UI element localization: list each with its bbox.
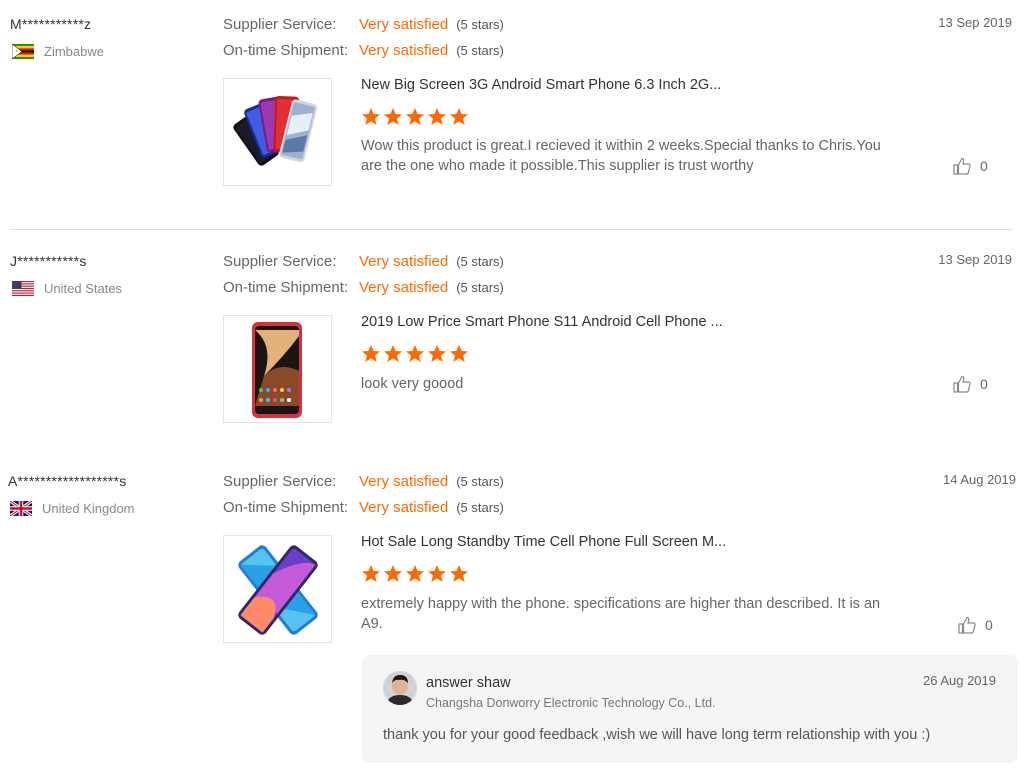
supplier-service-value: Very satisfied <box>359 473 449 490</box>
supplier-service-label: Supplier Service: <box>223 16 337 33</box>
united-kingdom-flag-icon <box>10 501 32 516</box>
buyer-country: Zimbabwe <box>12 44 104 59</box>
rating-stars <box>361 344 469 364</box>
country-label: United Kingdom <box>42 501 135 516</box>
ontime-shipment-stars: (5 stars) <box>456 500 504 515</box>
ontime-shipment-value: Very satisfied <box>359 42 449 59</box>
ontime-shipment-rating: On-time Shipment: Very satisfied (5 star… <box>223 42 504 59</box>
review-date: 13 Sep 2019 <box>938 252 1012 267</box>
ontime-shipment-value: Very satisfied <box>359 499 449 516</box>
buyer-name: M***********z <box>10 16 92 32</box>
star-icon <box>361 344 381 364</box>
zimbabwe-flag-icon <box>12 44 34 59</box>
buyer-name: J***********s <box>10 253 87 269</box>
supplier-service-label: Supplier Service: <box>223 253 337 270</box>
star-icon <box>449 107 469 127</box>
like-button[interactable]: 0 <box>957 615 993 635</box>
star-icon <box>427 107 447 127</box>
review-item: M***********z Zimbabwe Supplier Service:… <box>0 0 1033 229</box>
like-button[interactable]: 0 <box>952 156 988 176</box>
supplier-service-value: Very satisfied <box>359 253 449 270</box>
supplier-service-rating: Supplier Service: Very satisfied (5 star… <box>223 16 504 33</box>
country-label: United States <box>44 281 123 296</box>
star-icon <box>449 344 469 364</box>
buyer-country: United States <box>12 281 122 296</box>
rating-stars <box>361 107 469 127</box>
star-icon <box>361 107 381 127</box>
country-label: Zimbabwe <box>44 44 104 59</box>
thumbs-up-icon <box>953 157 971 175</box>
product-title-link[interactable]: New Big Screen 3G Android Smart Phone 6.… <box>361 77 721 93</box>
star-icon <box>427 344 447 364</box>
ontime-shipment-label: On-time Shipment: <box>223 279 349 296</box>
avatar <box>383 671 417 705</box>
star-icon <box>383 344 403 364</box>
like-button[interactable]: 0 <box>952 374 988 394</box>
review-item: J***********s United States Supplier Ser… <box>0 237 1033 437</box>
buyer-name: A******************s <box>8 473 127 489</box>
product-image[interactable] <box>223 78 332 186</box>
star-icon <box>383 564 403 584</box>
product-title-link[interactable]: 2019 Low Price Smart Phone S11 Android C… <box>361 314 723 330</box>
thumbs-up-icon <box>958 616 976 634</box>
like-count: 0 <box>980 376 988 392</box>
supplier-service-stars: (5 stars) <box>456 474 504 489</box>
ontime-shipment-rating: On-time Shipment: Very satisfied (5 star… <box>223 499 504 516</box>
thumbs-up-icon <box>953 375 971 393</box>
product-image[interactable] <box>223 315 332 423</box>
ontime-shipment-stars: (5 stars) <box>456 43 504 58</box>
star-icon <box>383 107 403 127</box>
supplier-reply: answer shaw Changsha Donworry Electronic… <box>362 655 1018 763</box>
review-text: look very goood <box>361 376 464 392</box>
review-date: 13 Sep 2019 <box>938 15 1012 30</box>
supplier-service-rating: Supplier Service: Very satisfied (5 star… <box>223 253 504 270</box>
star-icon <box>361 564 381 584</box>
supplier-service-stars: (5 stars) <box>456 17 504 32</box>
ontime-shipment-rating: On-time Shipment: Very satisfied (5 star… <box>223 279 504 296</box>
star-icon <box>405 564 425 584</box>
review-divider <box>10 229 1012 230</box>
ontime-shipment-label: On-time Shipment: <box>223 499 349 516</box>
rating-stars <box>361 564 469 584</box>
united-states-flag-icon <box>12 281 34 296</box>
star-icon <box>405 107 425 127</box>
supplier-service-stars: (5 stars) <box>456 254 504 269</box>
reply-date: 26 Aug 2019 <box>922 673 996 688</box>
like-count: 0 <box>980 158 988 174</box>
ontime-shipment-value: Very satisfied <box>359 279 449 296</box>
ontime-shipment-label: On-time Shipment: <box>223 42 349 59</box>
like-count: 0 <box>985 617 993 633</box>
supplier-service-value: Very satisfied <box>359 16 449 33</box>
ontime-shipment-stars: (5 stars) <box>456 280 504 295</box>
product-image[interactable] <box>223 535 332 643</box>
review-text: extremely happy with the phone. specific… <box>361 596 881 632</box>
supplier-service-label: Supplier Service: <box>223 473 337 490</box>
star-icon <box>427 564 447 584</box>
product-title-link[interactable]: Hot Sale Long Standby Time Cell Phone Fu… <box>361 534 726 550</box>
star-icon <box>449 564 469 584</box>
review-date: 14 Aug 2019 <box>942 472 1016 487</box>
reply-author-name: answer shaw <box>426 675 511 691</box>
reply-text: thank you for your good feedback ,wish w… <box>383 727 931 743</box>
review-text: Wow this product is great.I recieved it … <box>361 138 881 174</box>
supplier-service-rating: Supplier Service: Very satisfied (5 star… <box>223 473 504 490</box>
star-icon <box>405 344 425 364</box>
reply-company-name: Changsha Donworry Electronic Technology … <box>426 696 716 710</box>
buyer-country: United Kingdom <box>10 501 135 516</box>
